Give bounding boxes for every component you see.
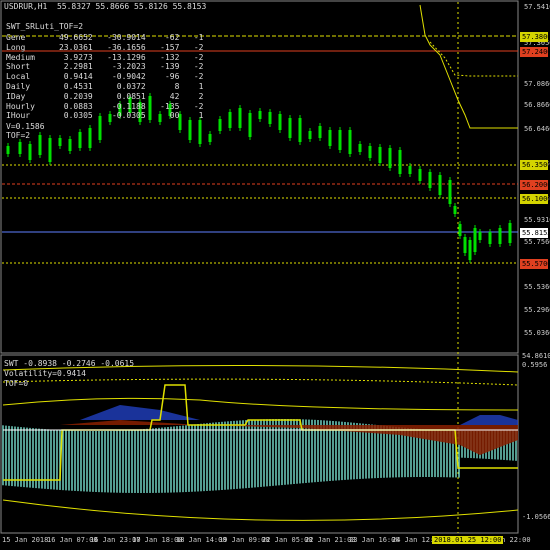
candle-body	[488, 232, 492, 244]
stats-row: Long 23.0361 -36.1656 -157 -2	[6, 42, 204, 52]
stats-row: Gene 49.6652 -30.9014 -62 -1	[6, 33, 204, 42]
price-tag: 56.2000	[520, 180, 550, 190]
volatility-readout: Volatility=0.9414	[4, 369, 86, 378]
candle-body	[508, 223, 512, 243]
price-tag: 55.5700	[520, 259, 550, 269]
candle-body	[388, 148, 392, 168]
price-axis-label: 56.8660	[524, 101, 550, 109]
candle-body	[458, 224, 462, 236]
candle-body	[378, 147, 382, 163]
price-tag: 56.3500	[520, 160, 550, 170]
price-axis-label: 55.7560	[524, 238, 550, 246]
stats-row: IHour 0.0305 -0.0305 00 1	[6, 111, 204, 121]
price-axis-label: 57.0860	[524, 80, 550, 88]
candle-body	[338, 130, 342, 150]
sub-axis-top: 0.5956	[522, 361, 548, 369]
candle-body	[88, 128, 92, 148]
indicator-name: SWT_SRLuti_TOF=2	[6, 22, 84, 31]
candle-body	[248, 113, 252, 137]
candle-body	[308, 131, 312, 139]
candle-body	[418, 169, 422, 181]
candle-body	[473, 228, 477, 252]
candle-body	[463, 237, 467, 253]
blue-zone	[460, 415, 518, 425]
candle-body	[498, 228, 502, 244]
candle-body	[68, 139, 72, 151]
time-axis-label: 22 Jan 21:00	[305, 536, 356, 544]
candle-body	[438, 175, 442, 195]
candle-body	[358, 144, 362, 152]
symbol-header: USDRUR,H1 55.8327 55.8666 55.8126 55.815…	[4, 2, 207, 11]
candle-body	[408, 166, 412, 174]
candle-body	[318, 126, 322, 138]
candle-body	[228, 112, 232, 128]
candle-body	[258, 111, 262, 119]
candle-body	[298, 118, 302, 142]
stats-row: Local 0.9414 -0.9042 -96 -2	[6, 72, 204, 82]
candle-body	[218, 119, 222, 131]
price-tag: 57.2400	[520, 47, 550, 57]
time-axis-label: 15 Jan 2018	[2, 536, 49, 544]
stats-row: Short 2.2981 -3.2023 -139 -2	[6, 62, 204, 72]
stats-row: IDay 0.2039 0.0851 42 2	[6, 91, 204, 101]
stats-row: Medium 3.9273 -13.1296 -132 -2	[6, 52, 204, 62]
sub-tof-readout: TOF=0	[4, 379, 29, 388]
sub-header: SWT -0.8938 -0.2746 -0.0615	[4, 359, 135, 368]
blue-zone	[80, 405, 200, 420]
price-axis-label: 55.2960	[524, 306, 550, 314]
envelope-bottom	[2, 499, 519, 521]
stats-row: Daily 0.4531 0.0372 8 1	[6, 82, 204, 91]
candle-body	[58, 138, 62, 146]
sub-axis-bottom: -1.0566	[522, 513, 550, 521]
candle-body	[478, 232, 482, 240]
price-axis-label: 56.6460	[524, 125, 550, 133]
candle-body	[368, 146, 372, 158]
sub-axis-mid: 54.8610	[522, 352, 550, 360]
candle-body	[188, 120, 192, 140]
price-tag: 57.3800	[520, 32, 550, 42]
candle-body	[288, 118, 292, 138]
candle-body	[328, 130, 332, 146]
candle-body	[78, 132, 82, 148]
candle-body	[238, 108, 242, 128]
candle-body	[468, 240, 472, 260]
candle-body	[278, 114, 282, 130]
candle-body	[18, 142, 22, 154]
candle-body	[448, 180, 452, 204]
candle-body	[398, 150, 402, 174]
envelope-dashed	[2, 378, 519, 386]
price-tag: 55.8153	[520, 228, 550, 238]
candle-body	[453, 206, 457, 214]
price-axis-label: 55.5360	[524, 283, 550, 291]
price-axis-label: 57.5410	[524, 3, 550, 11]
candle-body	[28, 144, 32, 160]
candle-body	[198, 120, 202, 144]
trend-line-2	[429, 41, 518, 77]
candle-body	[208, 134, 212, 142]
envelope-mid	[2, 397, 519, 411]
time-axis-label: 17 Jan 18:00	[132, 536, 183, 544]
candle-body	[348, 130, 352, 154]
candle-body	[38, 135, 42, 155]
tof-readout: TOF=2	[6, 131, 31, 140]
candle-body	[428, 172, 432, 188]
candle-body	[48, 138, 52, 162]
trend-line-1	[419, 4, 518, 129]
price-axis-label: 55.9310	[524, 216, 550, 224]
candle-body	[6, 146, 10, 154]
price-tag: 56.1000	[520, 194, 550, 204]
candle-body	[268, 112, 272, 124]
time-highlight: 2018.01.25 12:00	[432, 536, 504, 544]
stats-row: Hourly 0.0883 -0.1188 -135 -2	[6, 101, 204, 111]
price-axis-label: 55.0360	[524, 329, 550, 337]
